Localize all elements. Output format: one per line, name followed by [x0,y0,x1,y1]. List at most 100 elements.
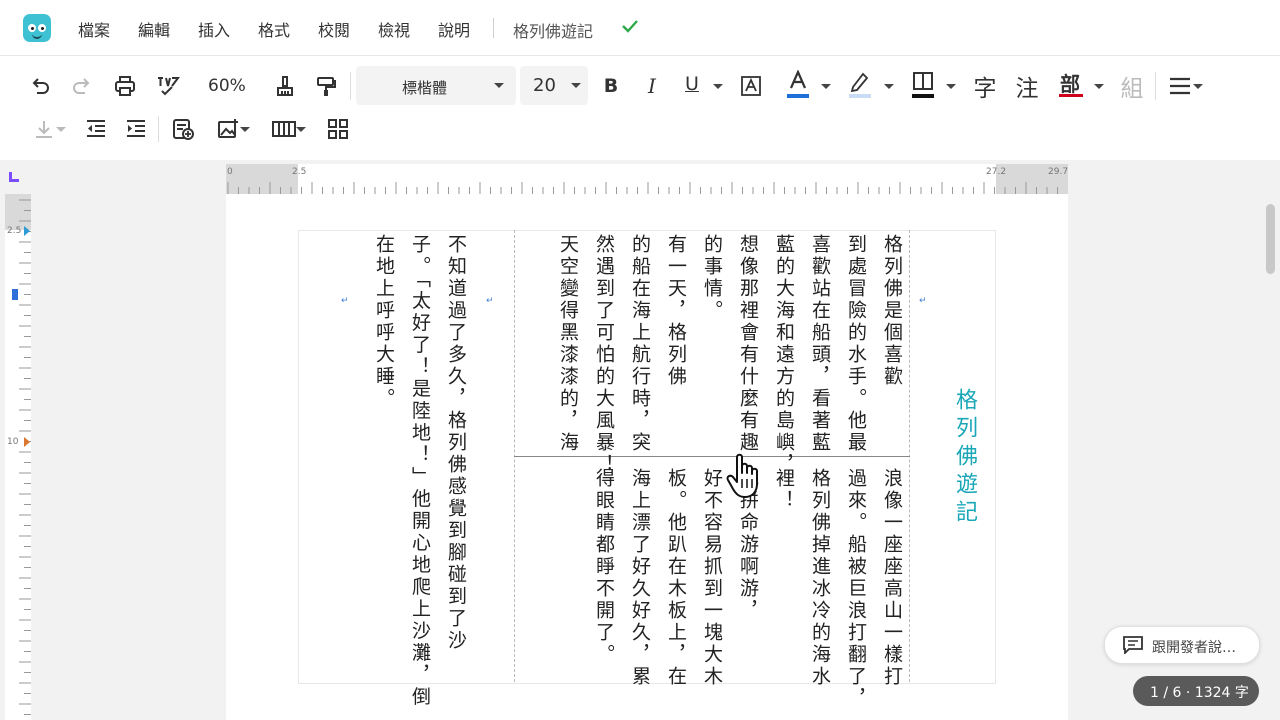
zoom-level[interactable]: 60% [208,76,246,96]
underline-icon[interactable]: U [680,72,704,96]
highlight-icon[interactable] [848,70,872,100]
radical-label: 部 [1060,72,1080,96]
menu-insert[interactable]: 插入 [198,17,230,41]
text-column: 得眼睛都睜不開了。 [593,468,615,666]
chevron-down-icon[interactable] [56,127,66,132]
chevron-down-icon[interactable] [1094,84,1104,89]
text-column: 到處冒險的水手。他最 [845,234,867,454]
chevron-down-icon[interactable] [884,84,894,89]
ruler-label: 10 [7,437,19,447]
vertical-ruler[interactable]: 2.5 10 [5,194,31,720]
insert-image-icon[interactable] [216,118,240,140]
text-column: 喜歡站在船頭，看著藍 [809,234,831,454]
text-block-upper[interactable]: 格列佛是個喜歡 到處冒險的水手。他最 喜歡站在船頭，看著藍 藍的大海和遠方的島嶼… [550,234,910,476]
text-column: 天空變得黑漆漆的，海 [557,234,579,454]
ruler-corner-marker [9,172,19,182]
bold-icon[interactable]: B [599,74,623,98]
indent-marker-icon[interactable] [24,226,30,236]
menu-view[interactable]: 檢視 [378,17,410,41]
cursor-marker [12,289,18,300]
ruler-label: 2.5 [292,167,307,177]
font-size-select[interactable]: 20 [520,66,588,105]
feedback-button[interactable]: 跟開發者說… [1104,626,1260,664]
text-column: 格列佛是個喜歡 [881,234,903,388]
text-box-icon[interactable] [739,74,763,98]
text-column: 過來。船被巨浪打翻了， [845,468,867,710]
chevron-down-icon [571,83,581,88]
toolbar-divider [350,72,351,100]
columns-icon[interactable] [272,118,298,140]
text-column: 想像那裡會有什麼有趣 [737,234,759,454]
menu-edit[interactable]: 編輯 [138,17,170,41]
font-family-value: 標楷體 [402,79,448,97]
menu-help[interactable]: 說明 [438,17,470,41]
document-title[interactable]: 格列佛遊記 [513,18,593,42]
text-column: 浪像一座座高山一樣打 [881,468,903,688]
text-column: 在地上呼呼大睡。 [373,234,395,410]
page-status-label: 1 / 6 · 1324 字 [1150,685,1249,701]
ruler-label: 29.7 [1048,167,1069,177]
feedback-label: 跟開發者說… [1152,640,1236,656]
spellcheck-icon[interactable] [155,74,181,98]
vertical-scrollbar[interactable] [1266,204,1275,274]
toolbar-divider [1155,72,1156,100]
print-icon[interactable] [113,74,137,98]
ruler-label: 2.5 [7,226,22,236]
group-button[interactable]: 組 [1118,72,1146,102]
horizontal-ruler[interactable]: 0 2.5 27.2 29.7 [226,164,1068,194]
undo-icon[interactable] [28,74,52,98]
annotate-button[interactable]: 注 [1013,72,1041,102]
font-color-icon[interactable] [786,70,810,100]
document-heading[interactable]: 格列佛遊記 [948,388,980,528]
text-block-lower[interactable]: 浪像一座座高山一樣打 過來。船被巨浪打翻了， 格列佛掉進冰冷的海水 裡！ 他拼命… [586,468,910,710]
text-column: 板。他趴在木板上，在 [665,468,687,688]
insert-note-icon[interactable] [171,118,195,140]
indent-icon[interactable] [124,118,148,140]
ruler-label: 27.2 [986,167,1007,177]
menu-review[interactable]: 校閱 [318,17,350,41]
grid-view-icon[interactable] [327,118,349,140]
redo-icon[interactable] [70,74,94,98]
text-column: 的船在海上航行時，突 [629,234,651,454]
text-column: 然遇到了可怕的大風暴！ [593,234,615,476]
radical-button[interactable]: 部 [1057,68,1085,100]
hand-pointer-icon [726,453,758,498]
text-column: 好不容易抓到一塊大木 [701,468,723,688]
chevron-down-icon[interactable] [946,84,956,89]
italic-icon[interactable]: I [640,74,664,98]
text-column: 裡！ [773,468,795,512]
text-column: 不知道過了多久，格列佛感覺到腳碰到了沙 [445,234,467,652]
chevron-down-icon[interactable] [296,127,306,132]
font-size-value: 20 [533,75,556,96]
saved-check-icon [622,20,638,33]
indent-marker-icon[interactable] [24,437,30,447]
chevron-down-icon[interactable] [1193,84,1203,89]
text-column: 海上漂了好久好久，累 [629,468,651,688]
return-mark-icon: ↵ [341,296,349,306]
chat-icon [1123,636,1143,654]
return-mark-icon: ↵ [919,296,927,306]
ruler-ticks [227,182,1058,194]
font-family-select[interactable]: 標楷體 [356,66,516,105]
chevron-down-icon[interactable] [821,84,831,89]
clear-format-icon[interactable] [273,74,297,98]
outdent-icon[interactable] [84,118,108,140]
toolbar: 60% 標楷體 20 B I U 字 注 部 組 [0,56,1280,160]
radical-color-bar [1059,94,1083,97]
border-icon[interactable] [911,70,935,100]
chevron-down-icon[interactable] [240,127,250,132]
menu-format[interactable]: 格式 [258,17,290,41]
menu-bar: 檔案 編輯 插入 格式 校閱 檢視 說明 格列佛遊記 [0,0,1280,56]
text-column: 格列佛掉進冰冷的海水 [809,468,831,688]
format-painter-icon[interactable] [314,74,338,98]
download-icon[interactable] [32,118,56,140]
chevron-down-icon[interactable] [713,84,723,89]
menu-file[interactable]: 檔案 [78,17,110,41]
text-block-left[interactable]: 不知道過了多久，格列佛感覺到腳碰到了沙 子。「太好了！是陸地！」他開心地爬上沙灘… [366,234,474,709]
menu-divider [493,18,494,38]
align-icon[interactable] [1168,74,1194,98]
char-button[interactable]: 字 [971,72,999,102]
text-column: 藍的大海和遠方的島嶼， [773,234,795,476]
document-page[interactable]: 格列佛遊記 格列佛是個喜歡 到處冒險的水手。他最 喜歡站在船頭，看著藍 藍的大海… [226,194,1068,720]
text-column: 的事情。 [701,234,723,322]
